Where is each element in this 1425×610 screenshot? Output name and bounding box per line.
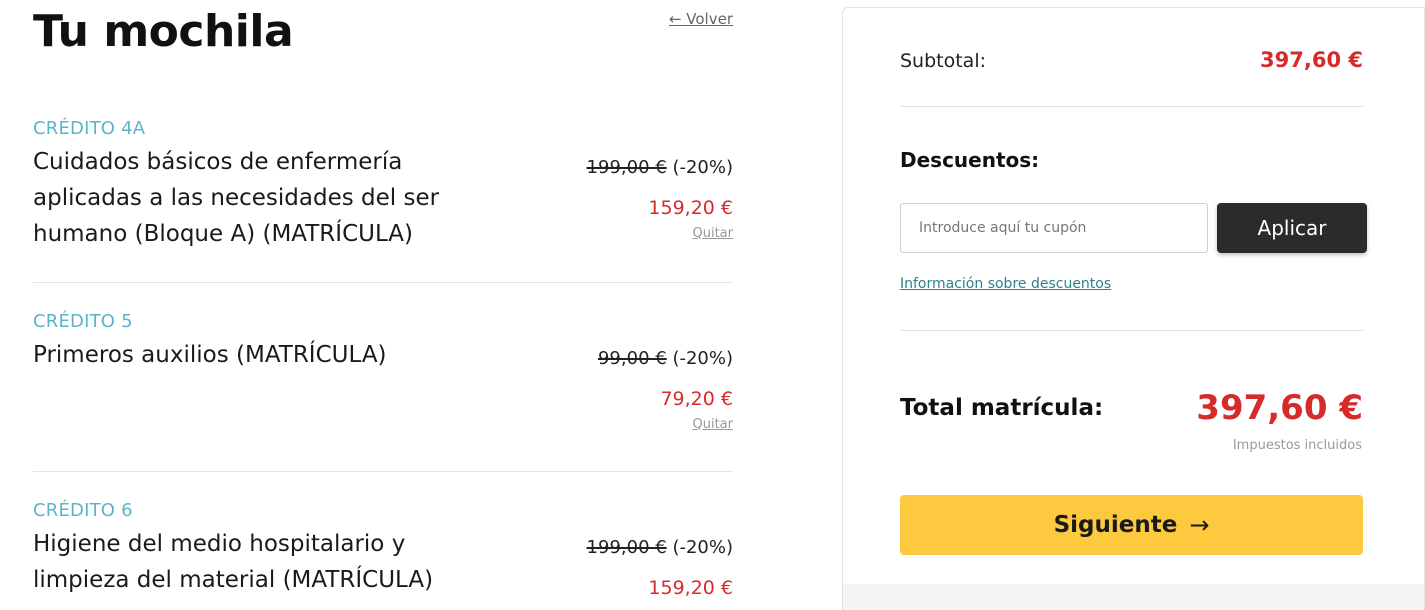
apply-coupon-button[interactable]: Aplicar xyxy=(1217,203,1367,253)
cart-item: CRÉDITO 4A Cuidados básicos de enfermerí… xyxy=(33,114,733,283)
order-summary-panel: Subtotal: 397,60 € Descuentos: Aplicar I… xyxy=(842,7,1425,610)
subtotal-label: Subtotal: xyxy=(900,50,987,72)
divider xyxy=(900,106,1363,107)
original-price: 199,00 € xyxy=(586,537,667,558)
page-title: Tu mochila xyxy=(33,6,294,57)
next-button-label: Siguiente xyxy=(1053,512,1178,538)
original-price-line: 99,00 € (-20%) xyxy=(598,347,733,371)
original-price-line: 199,00 € (-20%) xyxy=(587,156,733,180)
divider xyxy=(900,330,1363,331)
subtotal-row: Subtotal: 397,60 € xyxy=(900,48,1363,72)
discount-percent: (-20%) xyxy=(672,157,733,178)
cart-page: Tu mochila ← Volver CRÉDITO 4A Cuidados … xyxy=(0,0,1425,610)
original-price: 99,00 € xyxy=(597,348,667,369)
cart-items-list: CRÉDITO 4A Cuidados básicos de enfermerí… xyxy=(33,114,733,610)
credit-label: CRÉDITO 5 xyxy=(33,311,133,332)
cart-item: CRÉDITO 5 Primeros auxilios (MATRÍCULA) … xyxy=(33,283,733,472)
price-block: 199,00 € (-20%) 159,20 € xyxy=(587,536,733,600)
discounted-price: 159,20 € xyxy=(648,577,733,599)
total-label: Total matrícula: xyxy=(900,395,1104,421)
price-block: 99,00 € (-20%) 79,20 € Quitar xyxy=(598,347,733,432)
total-row: Total matrícula: 397,60 € xyxy=(900,388,1363,428)
discounted-price: 79,20 € xyxy=(660,388,733,410)
coupon-input[interactable] xyxy=(900,203,1208,253)
course-name: Cuidados básicos de enfermería aplicadas… xyxy=(33,149,440,247)
discount-percent: (-20%) xyxy=(672,537,733,558)
price-block: 199,00 € (-20%) 159,20 € Quitar xyxy=(587,156,733,241)
remove-item-link[interactable]: Quitar xyxy=(693,417,734,432)
discount-percent: (-20%) xyxy=(672,348,733,369)
back-link[interactable]: ← Volver xyxy=(669,10,733,28)
course-name: Higiene del medio hospitalario y limpiez… xyxy=(33,531,434,593)
total-value: 397,60 € xyxy=(1196,388,1363,428)
original-price: 199,00 € xyxy=(586,157,667,178)
next-button[interactable]: Siguiente → xyxy=(900,495,1363,555)
credit-label: CRÉDITO 4A xyxy=(33,118,146,139)
remove-item-link[interactable]: Quitar xyxy=(693,226,734,241)
discounted-price: 159,20 € xyxy=(648,197,733,219)
panel-footer xyxy=(843,584,1424,610)
original-price-line: 199,00 € (-20%) xyxy=(587,536,733,560)
course-name: Primeros auxilios (MATRÍCULA) xyxy=(33,342,387,368)
discounts-heading: Descuentos: xyxy=(900,148,1040,172)
credit-label: CRÉDITO 6 xyxy=(33,500,133,521)
subtotal-value: 397,60 € xyxy=(1260,48,1363,72)
arrow-right-icon: → xyxy=(1189,511,1210,539)
cart-item: CRÉDITO 6 Higiene del medio hospitalario… xyxy=(33,472,733,610)
discount-info-link[interactable]: Información sobre descuentos xyxy=(900,276,1111,292)
tax-note: Impuestos incluidos xyxy=(1232,438,1362,453)
